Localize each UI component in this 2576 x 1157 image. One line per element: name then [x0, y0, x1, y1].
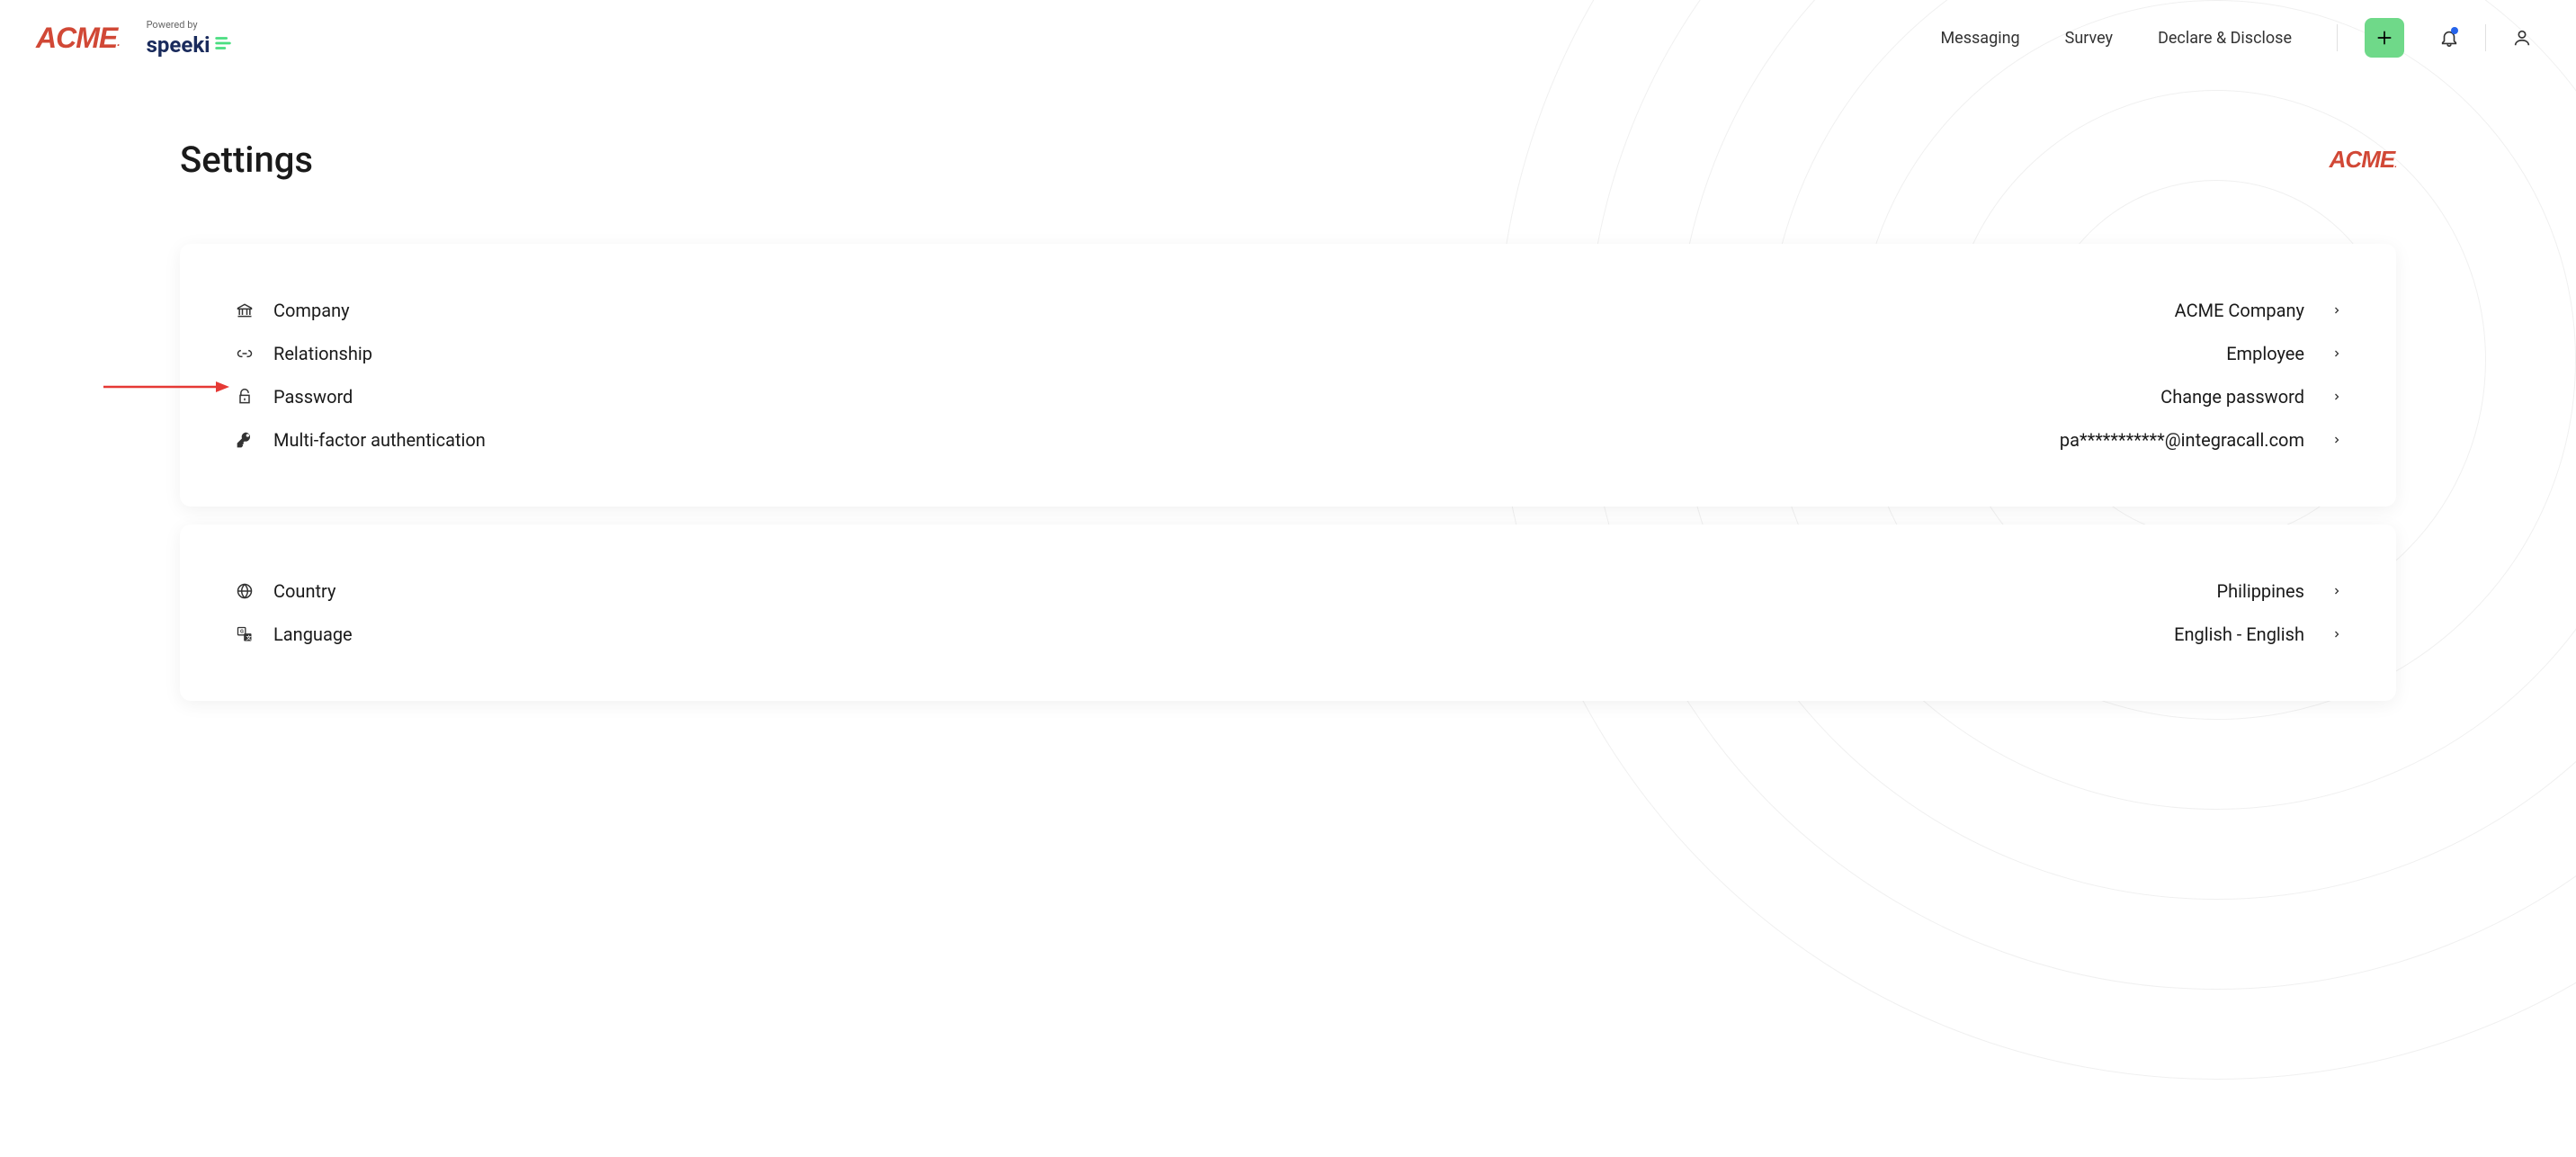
setting-value: Change password	[2160, 386, 2304, 408]
translate-icon: G文	[234, 623, 255, 645]
annotation-arrow	[103, 378, 229, 396]
setting-value: pa***********@integracall.com	[2060, 429, 2304, 451]
lock-icon	[234, 386, 255, 408]
notification-dot	[2451, 27, 2458, 34]
notifications-button[interactable]	[2431, 20, 2467, 56]
setting-row-country[interactable]: Country Philippines	[234, 570, 2342, 613]
setting-row-language[interactable]: G文 Language English - English	[234, 613, 2342, 656]
chevron-right-icon	[2331, 391, 2342, 402]
setting-value: Philippines	[2216, 580, 2304, 602]
main-content: Settings ACME Company ACME Company Relat…	[0, 76, 2576, 773]
svg-text:文: 文	[246, 634, 252, 641]
title-row: Settings ACME	[180, 139, 2396, 181]
setting-value: ACME Company	[2175, 300, 2304, 321]
acme-logo[interactable]: ACME	[36, 22, 120, 55]
setting-row-company[interactable]: Company ACME Company	[234, 289, 2342, 332]
bank-icon	[234, 300, 255, 321]
link-icon	[234, 343, 255, 364]
powered-by: Powered by speeki	[147, 19, 234, 58]
globe-icon	[234, 580, 255, 602]
setting-label: Language	[273, 623, 353, 645]
nav-items: Messaging Survey Declare & Disclose	[1940, 24, 2338, 51]
settings-card-locale: Country Philippines G文 Language English …	[180, 525, 2396, 701]
plus-icon	[2375, 29, 2393, 47]
setting-row-relationship[interactable]: Relationship Employee	[234, 332, 2342, 375]
nav-messaging[interactable]: Messaging	[1940, 29, 2019, 48]
acme-logo-small: ACME	[2330, 146, 2396, 174]
svg-text:G: G	[240, 629, 244, 634]
setting-label: Multi-factor authentication	[273, 429, 486, 451]
powered-by-label: Powered by	[147, 19, 234, 31]
speeki-text: speeki	[147, 32, 210, 58]
settings-card-account: Company ACME Company Relationship Employ…	[180, 244, 2396, 507]
nav-survey[interactable]: Survey	[2065, 29, 2113, 48]
nav-divider	[2337, 24, 2338, 51]
chevron-right-icon	[2331, 305, 2342, 316]
setting-value: English - English	[2174, 623, 2304, 645]
header: ACME Powered by speeki Messaging Survey …	[0, 0, 2576, 76]
user-icon	[2512, 28, 2532, 48]
setting-label: Country	[273, 580, 335, 602]
setting-label: Password	[273, 386, 353, 408]
add-button[interactable]	[2365, 18, 2404, 58]
speeki-logo[interactable]: speeki	[147, 32, 234, 58]
chevron-right-icon	[2331, 586, 2342, 596]
chevron-right-icon	[2331, 348, 2342, 359]
key-icon	[234, 429, 255, 451]
chevron-right-icon	[2331, 629, 2342, 640]
page-title: Settings	[180, 139, 313, 181]
nav-divider-2	[2485, 24, 2486, 51]
setting-label: Relationship	[273, 343, 372, 364]
logo-group: ACME Powered by speeki	[36, 19, 233, 58]
chevron-right-icon	[2331, 435, 2342, 445]
speeki-icon	[213, 33, 233, 57]
nav-declare[interactable]: Declare & Disclose	[2158, 29, 2292, 48]
setting-row-password[interactable]: Password Change password	[234, 375, 2342, 418]
setting-row-multi-factor-authentication[interactable]: Multi-factor authentication pa**********…	[234, 418, 2342, 462]
setting-label: Company	[273, 300, 350, 321]
profile-button[interactable]	[2504, 20, 2540, 56]
setting-value: Employee	[2226, 343, 2304, 364]
